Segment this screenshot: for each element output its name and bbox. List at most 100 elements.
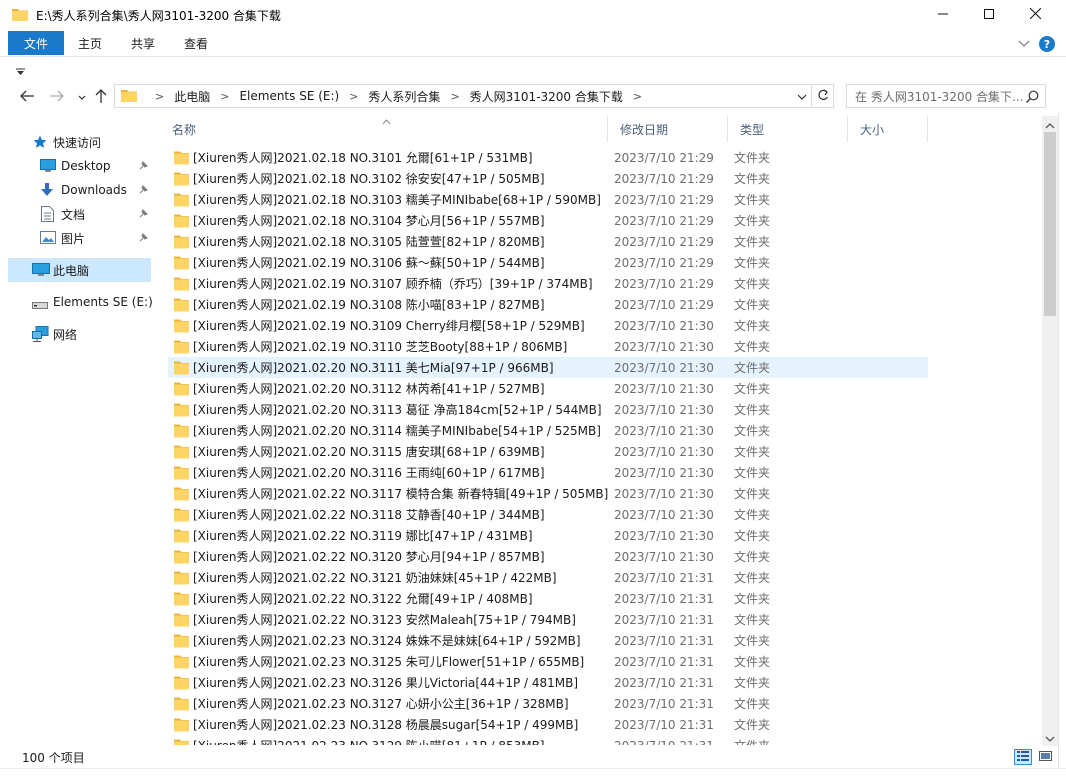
nav-item-desktop[interactable]: Desktop	[0, 154, 150, 178]
chevron-right-icon[interactable]: >	[450, 90, 459, 103]
scrollbar-thumb[interactable]	[1044, 132, 1056, 316]
table-row[interactable]: [Xiuren秀人网]2021.02.22 NO.3123 安然Maleah[7…	[168, 609, 928, 630]
nav-item-pictures[interactable]: 图片	[0, 226, 150, 250]
tab-share[interactable]: 共享	[131, 31, 155, 55]
file-name: [Xiuren秀人网]2021.02.20 NO.3113 葛征 净高184cm…	[193, 403, 602, 417]
nav-item-network[interactable]: 网络	[0, 322, 150, 346]
customize-toolbar-icon[interactable]	[16, 65, 25, 79]
download-icon	[40, 183, 54, 201]
forward-button[interactable]	[46, 86, 68, 108]
file-modified-date: 2023/7/10 21:30	[614, 465, 714, 480]
table-row[interactable]: [Xiuren秀人网]2021.02.20 NO.3116 王雨纯[60+1P …	[168, 462, 928, 483]
table-row[interactable]: [Xiuren秀人网]2021.02.19 NO.3107 顾乔楠（乔巧）[39…	[168, 273, 928, 294]
table-row[interactable]: [Xiuren秀人网]2021.02.23 NO.3127 心妍小公主[36+1…	[168, 693, 928, 714]
table-row[interactable]: [Xiuren秀人网]2021.02.22 NO.3120 梦心月[94+1P …	[168, 546, 928, 567]
file-modified-date: 2023/7/10 21:29	[614, 234, 714, 249]
tab-home[interactable]: 主页	[78, 31, 102, 55]
details-view-button[interactable]	[1014, 749, 1032, 765]
close-button[interactable]	[1012, 0, 1058, 30]
breadcrumb-drive[interactable]: Elements SE (E:)	[239, 89, 339, 103]
address-dropdown-icon[interactable]	[797, 90, 807, 104]
column-header-type[interactable]: 类型	[728, 116, 848, 142]
table-row[interactable]: [Xiuren秀人网]2021.02.20 NO.3115 唐安琪[68+1P …	[168, 441, 928, 462]
folder-icon	[174, 360, 190, 378]
help-icon[interactable]: ?	[1039, 36, 1055, 52]
maximize-button[interactable]	[966, 0, 1012, 30]
table-row[interactable]: [Xiuren秀人网]2021.02.23 NO.3124 姝姝不是妹妹[64+…	[168, 630, 928, 651]
nav-item-documents[interactable]: 文档	[0, 202, 150, 226]
folder-icon	[174, 234, 190, 252]
file-modified-date: 2023/7/10 21:29	[614, 213, 714, 228]
column-header-size[interactable]: 大小	[848, 116, 928, 142]
chevron-right-icon[interactable]: >	[349, 90, 358, 103]
file-type: 文件夹	[734, 571, 771, 585]
table-row[interactable]: [Xiuren秀人网]2021.02.18 NO.3104 梦心月[56+1P …	[168, 210, 928, 231]
chevron-right-icon[interactable]: >	[220, 90, 229, 103]
table-row[interactable]: [Xiuren秀人网]2021.02.22 NO.3118 艾静香[40+1P …	[168, 504, 928, 525]
column-header-date[interactable]: 修改日期	[608, 116, 728, 142]
file-type: 文件夹	[734, 676, 771, 690]
table-row[interactable]: [Xiuren秀人网]2021.02.19 NO.3109 Cherry绯月樱[…	[168, 315, 928, 336]
search-icon[interactable]	[1026, 90, 1039, 106]
table-row[interactable]: [Xiuren秀人网]2021.02.18 NO.3103 糯美子MINIbab…	[168, 189, 928, 210]
pin-icon[interactable]	[138, 160, 148, 174]
chevron-right-icon[interactable]: >	[155, 90, 164, 103]
breadcrumb-this-pc[interactable]: 此电脑	[174, 88, 210, 105]
table-row[interactable]: [Xiuren秀人网]2021.02.22 NO.3117 模特合集 新春特辑[…	[168, 483, 928, 504]
table-row[interactable]: [Xiuren秀人网]2021.02.20 NO.3114 糯美子MINIbab…	[168, 420, 928, 441]
table-row[interactable]: [Xiuren秀人网]2021.02.19 NO.3110 芝芝Booty[88…	[168, 336, 928, 357]
table-row[interactable]: [Xiuren秀人网]2021.02.18 NO.3102 徐安安[47+1P …	[168, 168, 928, 189]
arrow-left-icon	[20, 90, 34, 105]
file-name: [Xiuren秀人网]2021.02.19 NO.3110 芝芝Booty[88…	[193, 340, 568, 354]
pin-icon[interactable]	[138, 184, 148, 198]
folder-icon	[174, 549, 190, 567]
network-icon	[32, 326, 49, 345]
up-button[interactable]	[90, 86, 112, 108]
nav-item-this-pc[interactable]: 此电脑	[8, 258, 151, 282]
breadcrumb-current[interactable]: 秀人网3101-3200 合集下载	[470, 88, 623, 105]
scroll-down-icon[interactable]	[1045, 732, 1055, 746]
table-row[interactable]: [Xiuren秀人网]2021.02.20 NO.3111 美七Mia[97+1…	[168, 357, 928, 378]
file-name: [Xiuren秀人网]2021.02.18 NO.3103 糯美子MINIbab…	[193, 193, 601, 207]
expand-ribbon-icon[interactable]	[1018, 37, 1030, 51]
table-row[interactable]: [Xiuren秀人网]2021.02.22 NO.3122 允爾[49+1P /…	[168, 588, 928, 609]
table-row[interactable]: [Xiuren秀人网]2021.02.23 NO.3126 果儿Victoria…	[168, 672, 928, 693]
address-bar[interactable]: > 此电脑 > Elements SE (E:) > 秀人系列合集 > 秀人网3…	[114, 84, 812, 108]
table-row[interactable]: [Xiuren秀人网]2021.02.23 NO.3125 朱可儿Flower[…	[168, 651, 928, 672]
file-modified-date: 2023/7/10 21:29	[614, 150, 714, 165]
file-type: 文件夹	[734, 737, 770, 745]
table-row[interactable]: [Xiuren秀人网]2021.02.23 NO.3128 杨晨晨sugar[5…	[168, 714, 928, 735]
table-row[interactable]: [Xiuren秀人网]2021.02.18 NO.3105 陆萱萱[82+1P …	[168, 231, 928, 252]
chevron-right-icon[interactable]: >	[633, 90, 642, 103]
scroll-up-icon[interactable]	[1045, 119, 1055, 133]
search-input[interactable]: 在 秀人网3101-3200 合集下...	[846, 84, 1046, 108]
file-name: [Xiuren秀人网]2021.02.22 NO.3122 允爾[49+1P /…	[193, 592, 533, 606]
file-type: 文件夹	[734, 529, 771, 543]
folder-icon	[174, 654, 190, 672]
table-row[interactable]: [Xiuren秀人网]2021.02.22 NO.3121 奶油妹妹[45+1P…	[168, 567, 928, 588]
nav-item-drive-e[interactable]: Elements SE (E:)	[0, 290, 153, 314]
table-row[interactable]: [Xiuren秀人网]2021.02.18 NO.3101 允爾[61+1P /…	[168, 147, 928, 168]
file-type: 文件夹	[734, 508, 771, 522]
refresh-button[interactable]	[812, 84, 834, 108]
vertical-scrollbar[interactable]	[1042, 116, 1058, 746]
column-header-name[interactable]: 名称	[160, 116, 608, 142]
table-row[interactable]: [Xiuren秀人网]2021.02.19 NO.3106 蘇～蘇[50+1P …	[168, 252, 928, 273]
nav-item-quick-access[interactable]: 快速访问	[0, 130, 150, 154]
table-row[interactable]: [Xiuren秀人网]2021.02.20 NO.3112 林芮希[41+1P …	[168, 378, 928, 399]
tab-file[interactable]: 文件	[8, 31, 64, 55]
minimize-button[interactable]	[920, 0, 966, 30]
nav-item-downloads[interactable]: Downloads	[0, 178, 150, 202]
folder-icon	[174, 339, 190, 357]
table-row[interactable]: [Xiuren秀人网]2021.02.22 NO.3119 娜比[47+1P /…	[168, 525, 928, 546]
pin-icon[interactable]	[138, 232, 148, 246]
table-row[interactable]: [Xiuren秀人网]2021.02.19 NO.3108 陈小喵[83+1P …	[168, 294, 928, 315]
desktop-icon	[40, 159, 56, 176]
large-icons-view-button[interactable]	[1036, 749, 1054, 765]
pin-icon[interactable]	[138, 208, 148, 222]
table-row[interactable]: [Xiuren秀人网]2021.02.23 NO.3129 陈小喵[81+1P …	[168, 735, 928, 745]
back-button[interactable]	[16, 86, 38, 108]
breadcrumb-series[interactable]: 秀人系列合集	[368, 88, 440, 105]
table-row[interactable]: [Xiuren秀人网]2021.02.20 NO.3113 葛征 净高184cm…	[168, 399, 928, 420]
tab-view[interactable]: 查看	[184, 31, 208, 55]
